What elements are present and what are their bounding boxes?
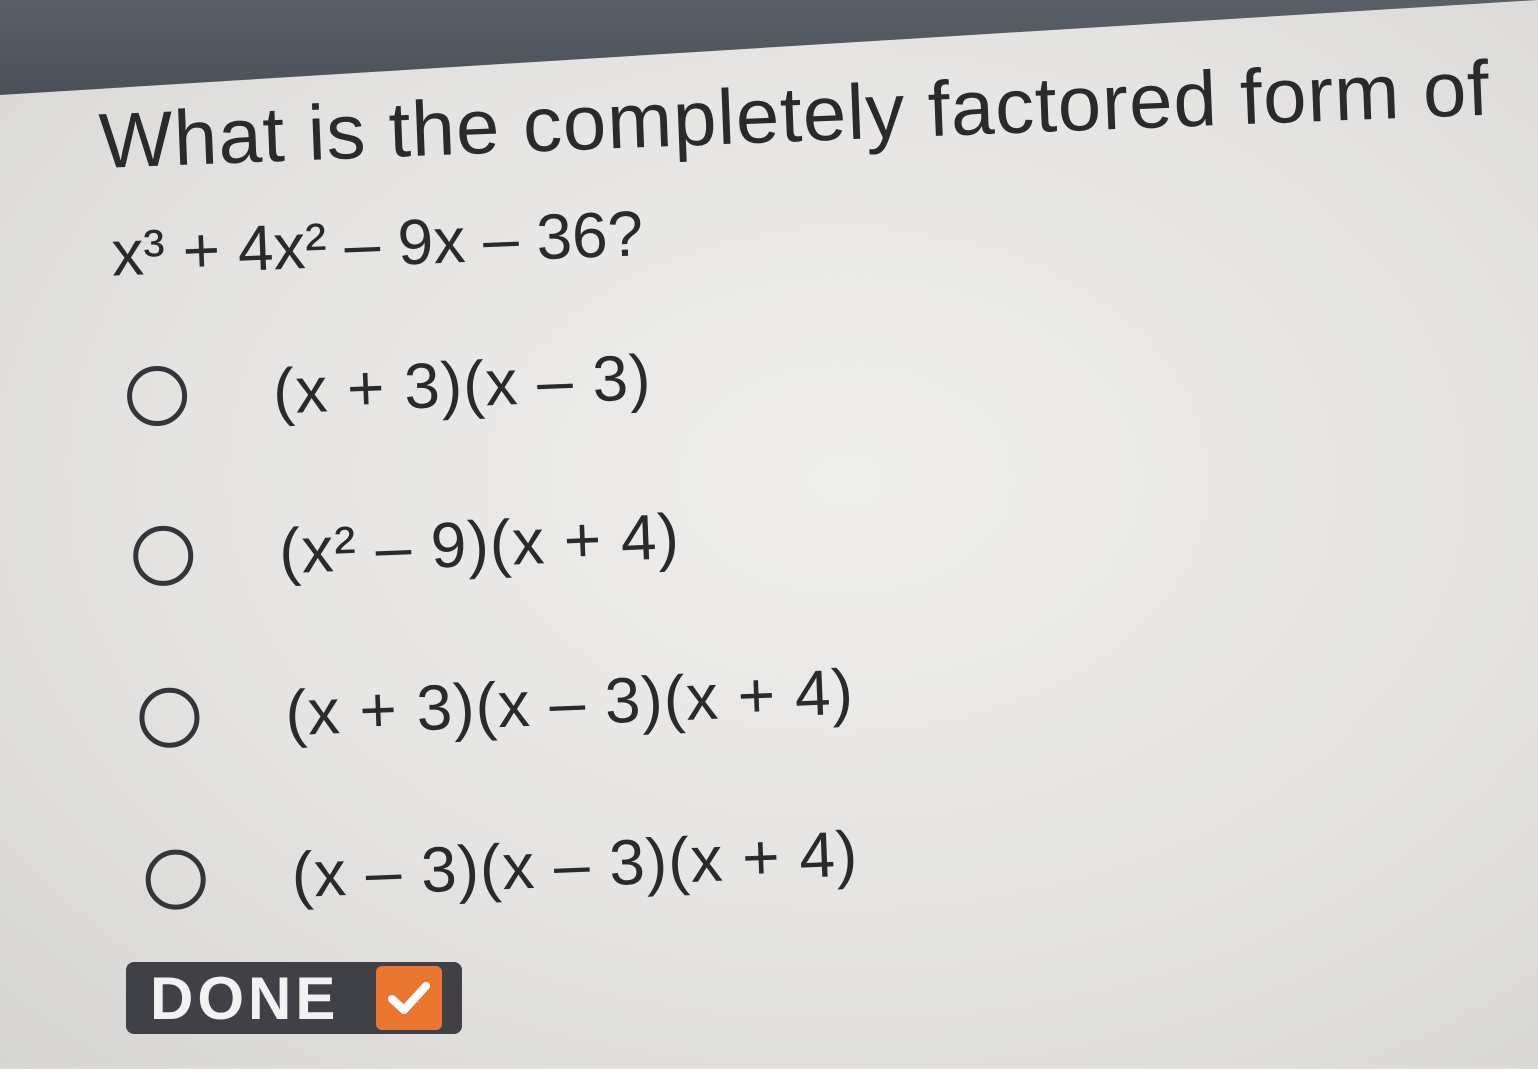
option-label: (x – 3)(x – 3)(x + 4) bbox=[290, 817, 860, 912]
option-2[interactable]: (x² – 9)(x + 4) bbox=[132, 498, 681, 595]
radio-button[interactable] bbox=[138, 686, 201, 749]
checkmark-icon bbox=[376, 966, 442, 1030]
option-label: (x + 3)(x – 3)(x + 4) bbox=[283, 655, 856, 750]
option-1[interactable]: (x + 3)(x – 3) bbox=[125, 339, 653, 435]
option-4[interactable]: (x – 3)(x – 3)(x + 4) bbox=[144, 815, 859, 918]
question-text: What is the completely factored form of bbox=[97, 43, 1492, 185]
option-label: (x + 3)(x – 3) bbox=[271, 341, 653, 428]
radio-button[interactable] bbox=[125, 364, 189, 428]
option-3[interactable]: (x + 3)(x – 3)(x + 4) bbox=[138, 653, 855, 756]
radio-button[interactable] bbox=[144, 848, 207, 911]
done-button[interactable]: DONE bbox=[126, 962, 462, 1034]
question-panel: What is the completely factored form of … bbox=[0, 0, 1538, 1069]
done-label: DONE bbox=[150, 964, 340, 1032]
option-label: (x² – 9)(x + 4) bbox=[277, 500, 682, 588]
question-expression: x³ + 4x² – 9x – 36? bbox=[110, 197, 645, 290]
radio-button[interactable] bbox=[132, 524, 195, 587]
